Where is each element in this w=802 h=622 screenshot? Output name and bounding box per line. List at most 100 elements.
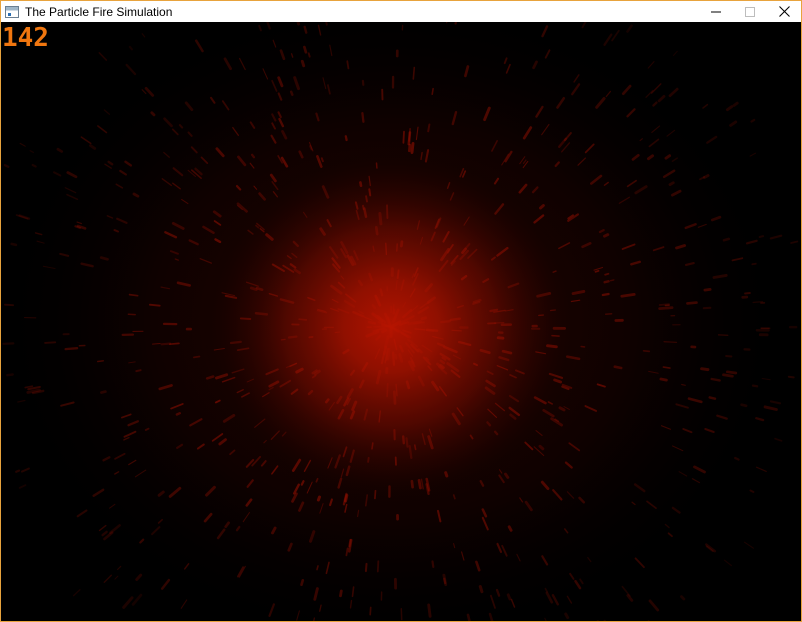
particle: [128, 293, 139, 297]
particle: [339, 589, 343, 598]
particle: [743, 541, 754, 549]
particle: [729, 120, 738, 127]
particle: [169, 342, 180, 346]
particle: [135, 369, 142, 373]
particle: [344, 135, 348, 142]
particle: [113, 229, 119, 233]
particle: [289, 90, 294, 96]
particle: [611, 29, 620, 42]
particle: [539, 204, 545, 210]
particle: [192, 355, 201, 359]
particle: [680, 595, 686, 601]
particle: [725, 370, 738, 375]
particle: [712, 273, 728, 279]
particle: [431, 560, 435, 569]
particle: [601, 292, 610, 297]
particle: [427, 603, 432, 618]
particle: [658, 306, 674, 310]
particle: [361, 111, 365, 123]
particle: [446, 22, 448, 24]
particle: [122, 596, 134, 609]
particle: [99, 256, 109, 261]
particle: [504, 472, 510, 479]
particle: [506, 593, 512, 601]
particle: [175, 412, 182, 416]
particle: [740, 403, 748, 408]
particle: [369, 606, 372, 616]
particle: [710, 377, 721, 382]
particle: [10, 242, 18, 247]
particle: [663, 341, 678, 344]
simulation-canvas: 142: [1, 22, 801, 621]
particle-explosion: [1, 22, 799, 621]
particle: [609, 279, 615, 282]
particle: [364, 562, 368, 573]
particle: [128, 45, 133, 51]
title-bar[interactable]: The Particle Fire Simulation: [1, 1, 801, 22]
particle: [749, 489, 755, 493]
particle: [303, 45, 308, 54]
particle: [648, 599, 660, 612]
particle: [15, 469, 21, 473]
particle: [307, 52, 311, 58]
particle: [376, 560, 380, 573]
particle: [6, 373, 14, 377]
window-app-icon: [5, 5, 19, 18]
particle: [703, 287, 712, 292]
particle: [564, 612, 570, 620]
particle: [44, 341, 57, 344]
particle: [581, 22, 587, 29]
particle: [725, 105, 734, 112]
particle: [346, 60, 350, 70]
particle: [103, 574, 113, 583]
particle: [18, 484, 27, 489]
particle: [412, 66, 416, 80]
particle: [723, 559, 732, 567]
maximize-button[interactable]: [733, 1, 767, 22]
minimize-button[interactable]: [699, 1, 733, 22]
particle: [454, 22, 458, 25]
particle: [300, 578, 305, 587]
particle: [702, 103, 709, 109]
close-button[interactable]: [767, 1, 801, 22]
particle: [316, 565, 319, 571]
particle: [72, 589, 81, 597]
particle: [345, 547, 349, 557]
window-controls: [699, 1, 801, 22]
particle: [662, 366, 671, 369]
particle: [303, 25, 308, 34]
close-icon: [778, 6, 790, 17]
particle: [751, 262, 757, 266]
particle: [732, 101, 739, 107]
particle: [4, 303, 15, 307]
fps-counter: 142: [2, 23, 49, 53]
particle: [686, 301, 698, 305]
particle: [408, 127, 411, 142]
particle: [750, 118, 756, 123]
particle: [647, 61, 655, 69]
particle: [744, 292, 751, 295]
particle: [152, 343, 161, 345]
app-window: The Particle Fire Simulation 142: [0, 0, 802, 622]
particle: [672, 50, 678, 57]
particle: [751, 384, 759, 388]
particle: [722, 373, 734, 378]
minimize-icon: [711, 11, 721, 12]
particle: [664, 154, 672, 160]
particle: [626, 24, 633, 33]
particle: [131, 593, 143, 606]
particle: [659, 377, 668, 382]
particle: [478, 585, 484, 594]
particle: [351, 586, 355, 598]
particle: [150, 111, 156, 117]
particle: [31, 163, 37, 168]
particle: [604, 272, 610, 276]
particle: [700, 367, 710, 372]
particle: [148, 303, 161, 307]
particle: [316, 495, 321, 502]
particle: [64, 347, 79, 351]
particle: [734, 456, 740, 461]
particle: [722, 237, 731, 242]
particle: [250, 153, 256, 159]
particle: [160, 342, 172, 346]
